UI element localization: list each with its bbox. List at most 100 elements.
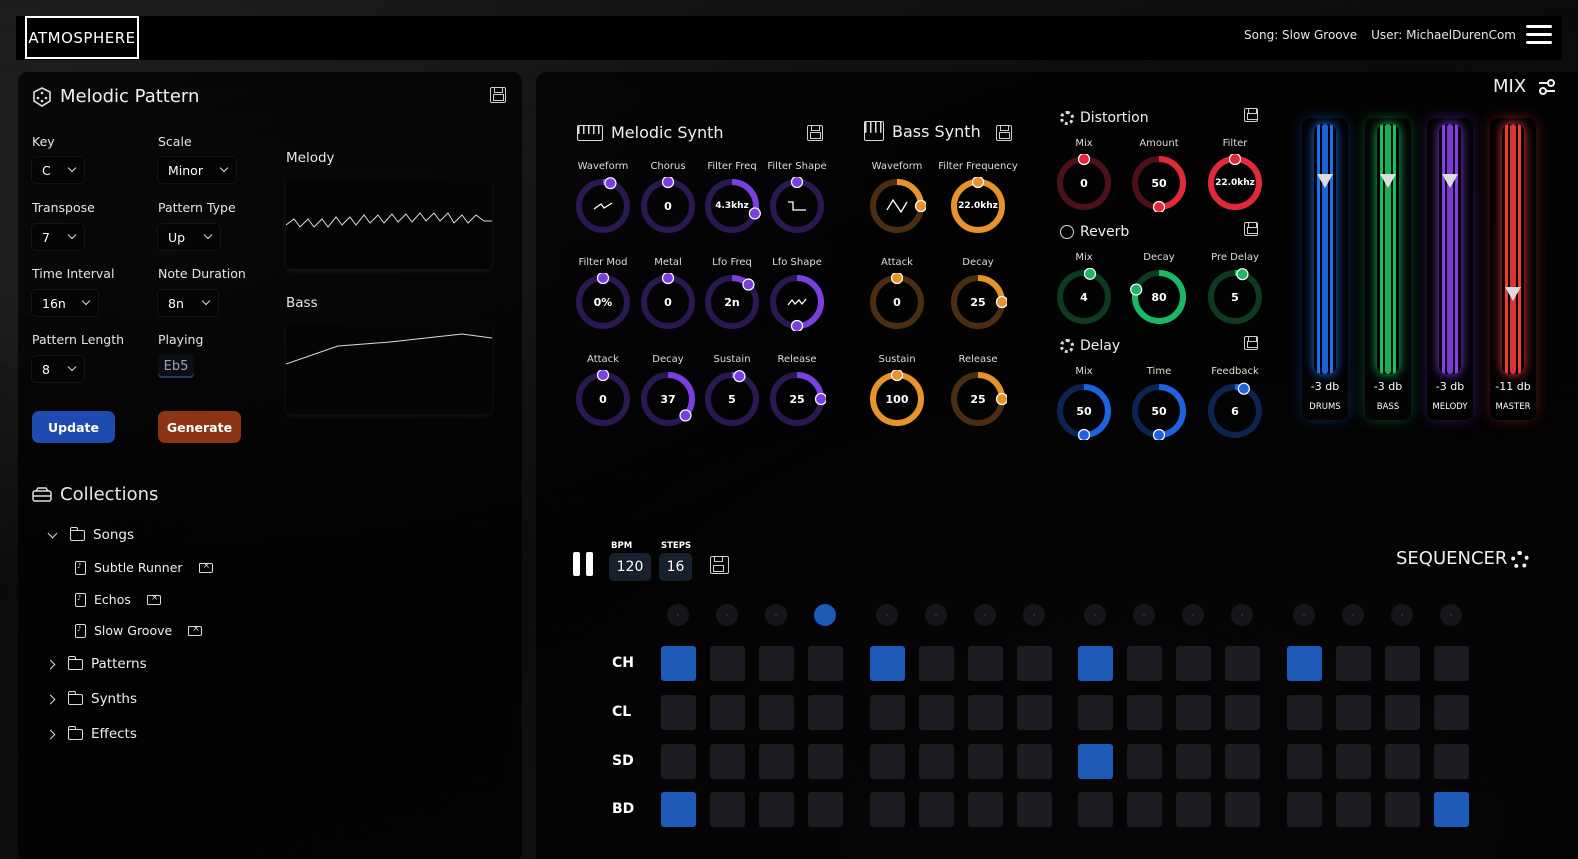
step-cell[interactable] (918, 695, 954, 730)
step-cell[interactable] (1176, 695, 1211, 730)
knob-filter-shape[interactable] (768, 177, 826, 235)
knob-sustain[interactable]: 5 (703, 370, 761, 428)
step-cell[interactable] (1433, 792, 1469, 827)
knob-waveform[interactable] (574, 177, 632, 235)
generate-button[interactable]: Generate (158, 411, 241, 443)
step-cell[interactable] (1016, 792, 1052, 827)
step-cell[interactable] (1127, 646, 1162, 681)
step-cell[interactable] (1384, 695, 1420, 730)
knob-time[interactable]: 50 (1130, 382, 1188, 440)
step-cell[interactable] (1225, 695, 1260, 730)
knob-metal[interactable]: 0 (639, 273, 697, 331)
step-cell[interactable] (1078, 695, 1113, 730)
knob-lfo-freq[interactable]: 2n (703, 273, 761, 331)
step-cell[interactable] (918, 646, 954, 681)
knob-attack[interactable]: 0 (868, 273, 926, 331)
pause-button[interactable] (573, 552, 595, 576)
step-cell[interactable] (967, 744, 1003, 779)
step-cell[interactable] (1176, 792, 1211, 827)
steps-input[interactable]: 16 (659, 553, 692, 581)
step-cell[interactable] (1286, 646, 1322, 681)
delete-icon[interactable] (146, 593, 161, 605)
knob-decay[interactable]: 25 (949, 273, 1007, 331)
step-cell[interactable] (759, 695, 794, 730)
step-cell[interactable] (1016, 744, 1052, 779)
fader-rail[interactable] (1502, 124, 1524, 374)
step-cell[interactable] (661, 792, 696, 827)
step-cell[interactable] (967, 646, 1003, 681)
step-cell[interactable] (1433, 744, 1469, 779)
step-cell[interactable] (1078, 792, 1113, 827)
delete-icon[interactable] (198, 561, 213, 573)
fader-handle[interactable] (1442, 174, 1458, 188)
fader-drums[interactable]: -3 db DRUMS (1302, 118, 1348, 420)
step-cell[interactable] (759, 744, 794, 779)
step-cell[interactable] (1127, 744, 1162, 779)
knob-filter[interactable]: 22.0khz (1206, 154, 1264, 212)
knob-waveform[interactable] (868, 177, 926, 235)
step-cell[interactable] (1286, 695, 1322, 730)
step-cell[interactable] (1384, 792, 1420, 827)
step-cell[interactable] (1176, 744, 1211, 779)
step-cell[interactable] (710, 695, 745, 730)
key-select[interactable]: C (32, 157, 84, 183)
knob-chorus[interactable]: 0 (639, 177, 697, 235)
tree-synths[interactable]: Synths (45, 690, 137, 707)
step-cell[interactable] (1433, 646, 1469, 681)
knob-lfo-shape[interactable] (768, 273, 826, 331)
bpm-input[interactable]: 120 (609, 553, 651, 581)
step-cell[interactable] (1016, 695, 1052, 730)
step-cell[interactable] (710, 744, 745, 779)
step-cell[interactable] (1335, 792, 1371, 827)
fader-rail[interactable] (1314, 124, 1336, 374)
step-cell[interactable] (1384, 646, 1420, 681)
tree-patterns[interactable]: Patterns (45, 655, 147, 672)
step-cell[interactable] (1335, 744, 1371, 779)
knob-mix[interactable]: 4 (1055, 268, 1113, 326)
song-item[interactable]: Echos (75, 592, 161, 607)
fader-bass[interactable]: -3 db BASS (1365, 118, 1411, 420)
step-cell[interactable] (1286, 744, 1322, 779)
step-cell[interactable] (869, 646, 905, 681)
knob-mix[interactable]: 0 (1055, 154, 1113, 212)
step-cell[interactable] (1335, 695, 1371, 730)
sliders-icon[interactable] (1537, 78, 1557, 96)
step-cell[interactable] (710, 646, 745, 681)
knob-mix[interactable]: 50 (1055, 382, 1113, 440)
step-cell[interactable] (1176, 646, 1211, 681)
menu-icon[interactable] (1526, 25, 1552, 45)
knob-sustain[interactable]: 100 (868, 370, 926, 428)
save-melodic-synth-icon[interactable] (807, 125, 823, 141)
knob-release[interactable]: 25 (949, 370, 1007, 428)
step-cell[interactable] (710, 792, 745, 827)
step-cell[interactable] (869, 792, 905, 827)
step-cell[interactable] (1225, 744, 1260, 779)
knob-filter-frequency[interactable]: 22.0khz (949, 177, 1007, 235)
knob-feedback[interactable]: 6 (1206, 382, 1264, 440)
save-sequence-icon[interactable] (710, 556, 729, 574)
fader-handle[interactable] (1317, 174, 1333, 188)
fader-rail[interactable] (1377, 124, 1399, 374)
step-cell[interactable] (918, 792, 954, 827)
step-cell[interactable] (1225, 646, 1260, 681)
knob-decay[interactable]: 80 (1130, 268, 1188, 326)
fader-handle[interactable] (1380, 174, 1396, 188)
save-delay-icon[interactable] (1244, 336, 1258, 350)
step-cell[interactable] (1384, 744, 1420, 779)
pattern-type-select[interactable]: Up (158, 224, 220, 250)
tree-songs[interactable]: Songs (47, 526, 134, 543)
step-cell[interactable] (918, 744, 954, 779)
step-cell[interactable] (1078, 744, 1113, 779)
step-cell[interactable] (808, 646, 843, 681)
knob-pre-delay[interactable]: 5 (1206, 268, 1264, 326)
step-cell[interactable] (1127, 695, 1162, 730)
step-cell[interactable] (759, 646, 794, 681)
step-cell[interactable] (967, 792, 1003, 827)
step-cell[interactable] (1078, 646, 1113, 681)
step-cell[interactable] (869, 744, 905, 779)
scale-select[interactable]: Minor (158, 157, 236, 183)
save-pattern-icon[interactable] (490, 87, 506, 103)
step-cell[interactable] (808, 695, 843, 730)
knob-attack[interactable]: 0 (574, 370, 632, 428)
knob-decay[interactable]: 37 (639, 370, 697, 428)
